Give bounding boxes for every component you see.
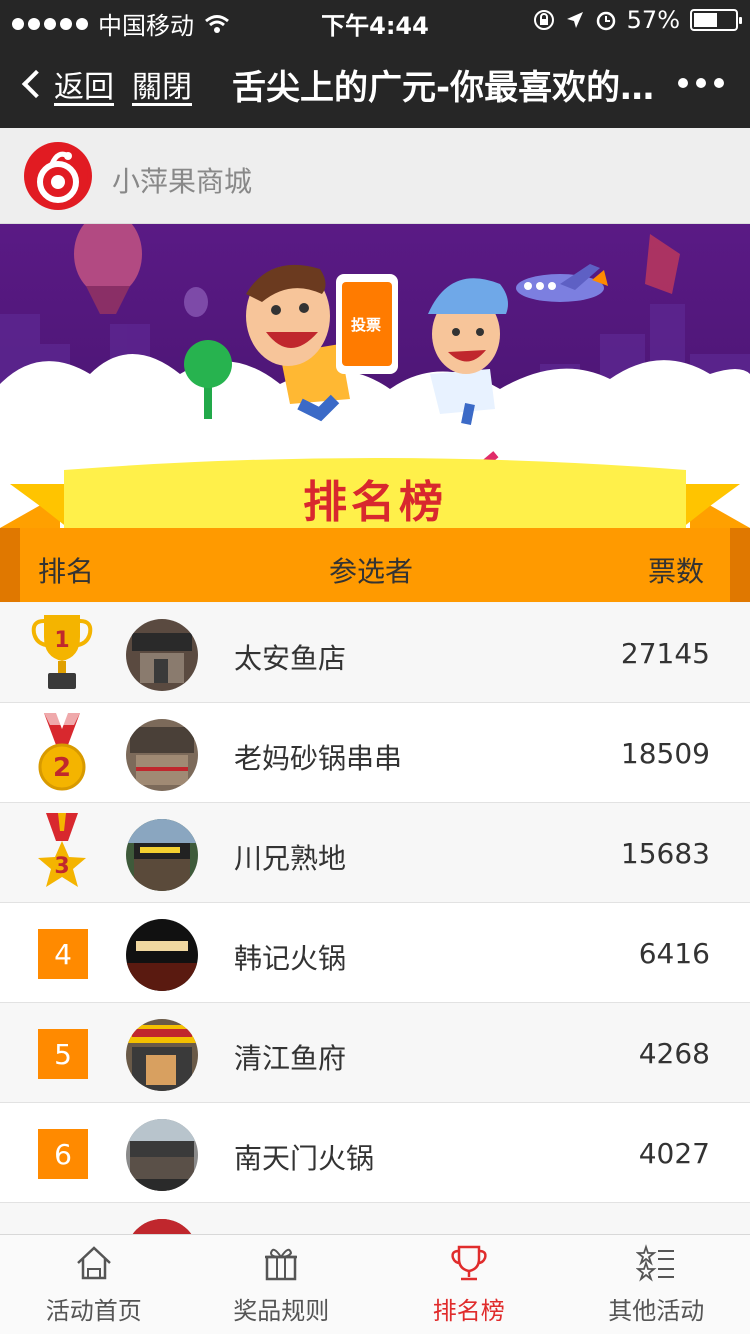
vote-count: 27145	[620, 637, 710, 670]
status-bar: 中国移动 下午4:44 57%	[0, 0, 750, 40]
avatar	[126, 719, 198, 791]
svg-text:1: 1	[54, 628, 69, 653]
column-name-header: 参选者	[328, 555, 413, 588]
tab-ranking[interactable]: 排名榜	[375, 1235, 563, 1334]
contestant-name: 清江鱼府	[234, 1042, 347, 1075]
shop-header[interactable]: 小萍果商城	[0, 128, 750, 224]
tab-prize-rules[interactable]: 奖品规则	[188, 1235, 376, 1334]
rank-badge: 5	[38, 1029, 88, 1079]
vote-badge-label: 投票	[351, 316, 381, 334]
nav-bar: 返回 關閉 舌尖上的广元-你最喜欢的美食店	[0, 40, 750, 128]
tab-label: 其他活动	[608, 1297, 705, 1325]
avatar	[126, 619, 198, 691]
bottom-tab-bar: 活动首页 奖品规则 排名榜 其他活动	[0, 1234, 750, 1334]
home-icon	[76, 1246, 111, 1280]
vote-count: 6416	[638, 937, 710, 970]
shop-name: 小萍果商城	[112, 165, 253, 198]
battery-percent: 57%	[626, 6, 680, 34]
ranking-list: 1 太安鱼店 27145 2 老妈砂锅串串 18509 3 川兄熟地 15683…	[0, 603, 750, 1303]
chevron-left-icon	[21, 69, 51, 99]
table-row[interactable]: 3 川兄熟地 15683	[0, 803, 750, 903]
contestant-name: 太安鱼店	[234, 642, 347, 675]
page-title: 舌尖上的广元-你最喜欢的美食店	[232, 68, 662, 108]
lock-rotation-icon	[533, 10, 554, 30]
medal-3-icon: 3	[38, 813, 86, 887]
tab-home[interactable]: 活动首页	[0, 1235, 188, 1334]
svg-text:2: 2	[53, 753, 71, 783]
tab-other-activities[interactable]: 其他活动	[563, 1235, 750, 1334]
airplane-icon	[516, 264, 608, 302]
avatar	[126, 1019, 198, 1091]
more-menu-icon[interactable]	[678, 78, 724, 88]
trophy-icon	[451, 1245, 487, 1281]
tab-label: 活动首页	[45, 1297, 142, 1325]
medal-2-icon: 2	[38, 713, 86, 791]
star-list-icon	[636, 1244, 675, 1282]
tab-label: 排名榜	[432, 1297, 505, 1325]
ranking-table-header: 排名 参选者 票数	[0, 528, 750, 602]
contestant-name: 韩记火锅	[234, 942, 347, 975]
table-row[interactable]: 2 老妈砂锅串串 18509	[0, 703, 750, 803]
trophy-icon: 1	[31, 615, 93, 689]
gift-icon	[265, 1248, 298, 1281]
close-button[interactable]: 關閉	[132, 62, 192, 106]
rank-badge: 4	[38, 929, 88, 979]
back-button[interactable]: 返回	[18, 62, 114, 106]
vote-count: 15683	[620, 837, 710, 870]
vote-count: 4268	[638, 1037, 710, 1070]
contestant-name: 川兄熟地	[234, 842, 347, 875]
vote-phone-icon: 投票	[336, 274, 398, 374]
vote-count: 4027	[638, 1137, 710, 1170]
battery-icon	[690, 9, 742, 31]
column-votes-header: 票数	[647, 555, 704, 588]
avatar	[126, 819, 198, 891]
tab-label: 奖品规则	[233, 1297, 330, 1325]
back-label: 返回	[54, 70, 114, 105]
svg-text:3: 3	[54, 854, 69, 879]
contestant-name: 南天门火锅	[234, 1142, 375, 1175]
avatar	[126, 1119, 198, 1191]
rank-badge: 6	[38, 1129, 88, 1179]
table-row[interactable]: 4 韩记火锅 6416	[0, 903, 750, 1003]
alarm-icon	[596, 11, 615, 31]
table-row[interactable]: 1 太安鱼店 27145	[0, 603, 750, 703]
avatar	[126, 919, 198, 991]
shop-logo-icon	[24, 142, 92, 210]
table-row[interactable]: 6 南天门火锅 4027	[0, 1103, 750, 1203]
vote-count: 18509	[620, 737, 710, 770]
contestant-name: 老妈砂锅串串	[234, 742, 403, 775]
ranking-title: 排名榜	[303, 477, 447, 528]
location-icon	[566, 12, 583, 28]
table-row[interactable]: 5 清江鱼府 4268	[0, 1003, 750, 1103]
